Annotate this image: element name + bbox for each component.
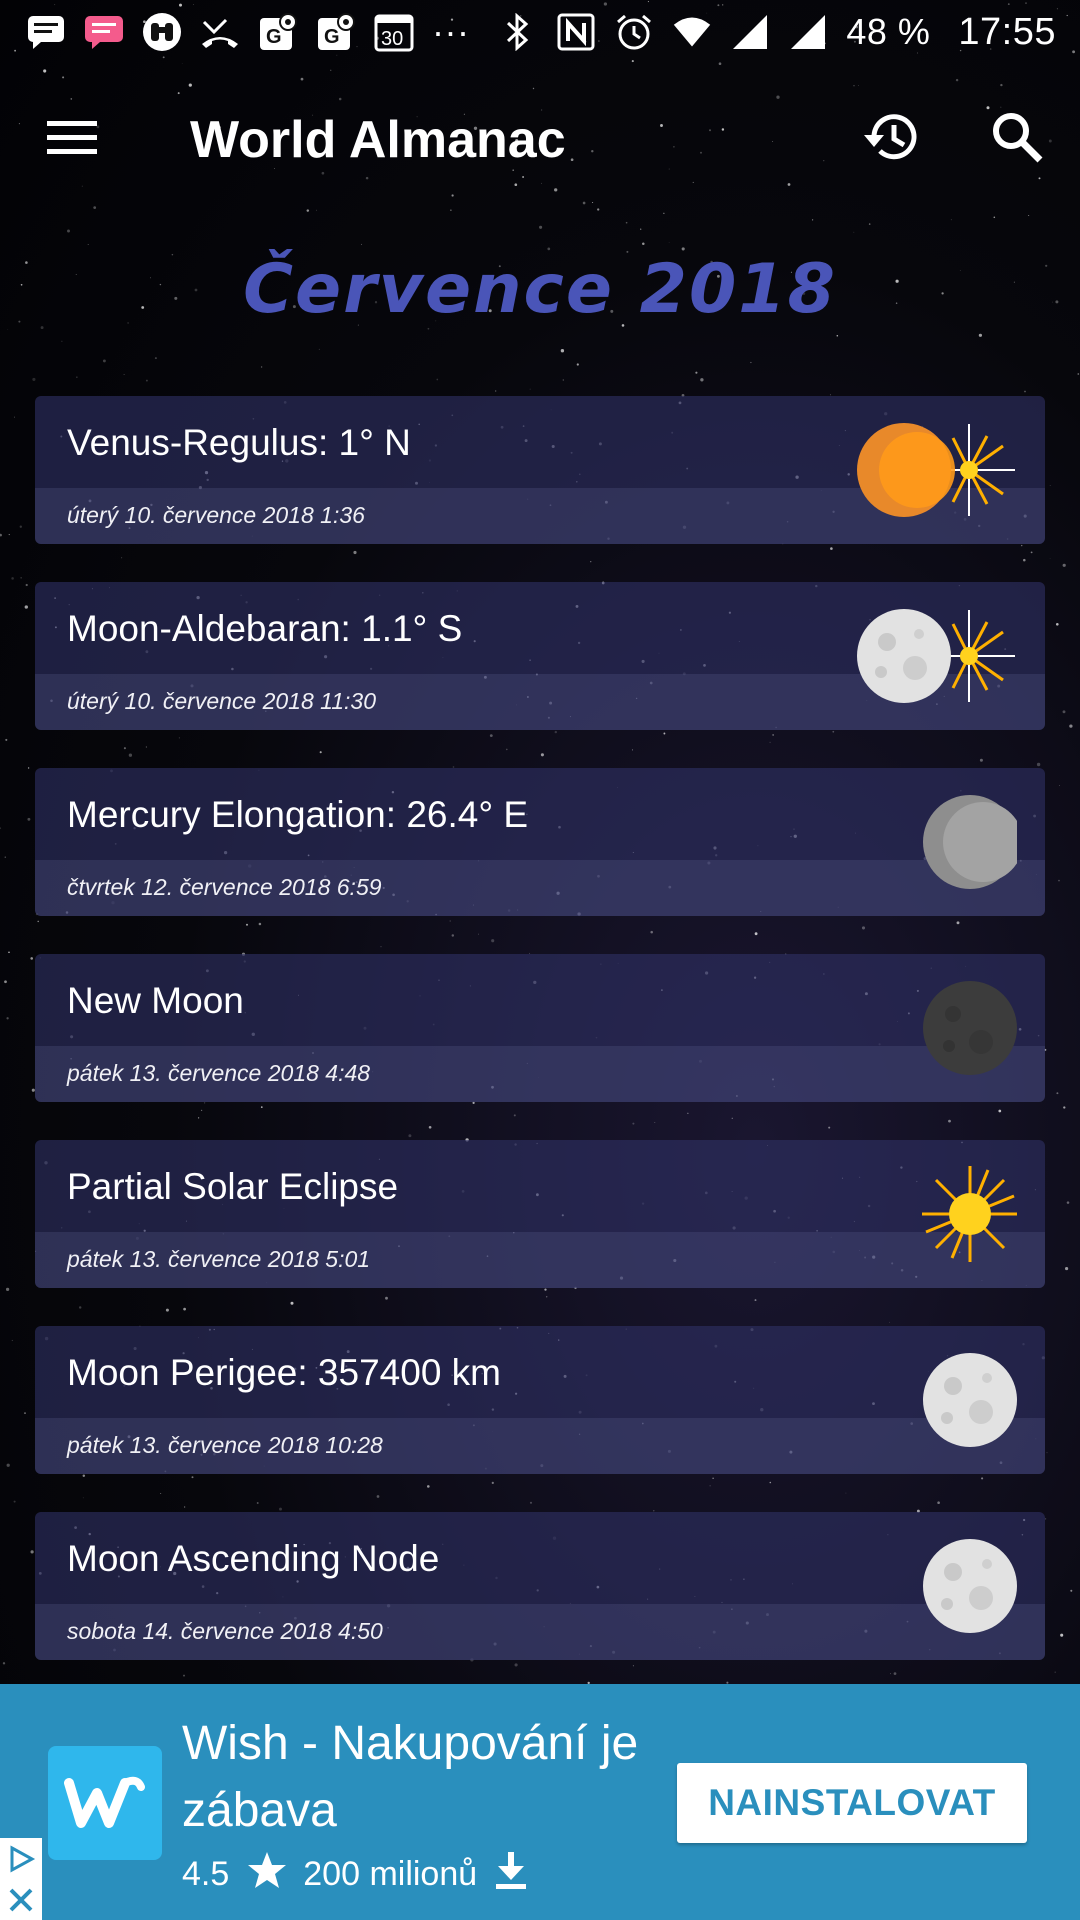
event-card[interactable]: Partial Solar Eclipse pátek 13. července… xyxy=(35,1140,1045,1288)
adchoices-icon[interactable] xyxy=(0,1838,42,1920)
sun-icon xyxy=(922,1166,1017,1262)
battery-percent: 48 % xyxy=(846,11,931,52)
ad-downloads: 200 milionů xyxy=(303,1855,478,1893)
download-icon xyxy=(493,1850,529,1899)
venus-star-icon xyxy=(857,423,1015,517)
status-bar: G G 30 ··· 48 % 17:55 xyxy=(0,0,1080,64)
event-card[interactable]: Moon Perigee: 357400 km pátek 13. červen… xyxy=(35,1326,1045,1474)
signal-icon xyxy=(730,12,770,52)
missed-call-icon xyxy=(200,12,240,52)
star-icon xyxy=(247,1851,287,1898)
ad-title[interactable]: Wish - Nakupování je zábava xyxy=(182,1710,642,1844)
bluetooth-icon xyxy=(498,12,538,52)
search-icon[interactable] xyxy=(984,104,1050,170)
calendar-icon: 30 xyxy=(374,12,414,52)
nfc-icon xyxy=(556,12,596,52)
event-card[interactable]: Mercury Elongation: 26.4° E čtvrtek 12. … xyxy=(35,768,1045,916)
event-title: Mercury Elongation: 26.4° E xyxy=(67,794,529,835)
svg-text:30: 30 xyxy=(381,28,403,50)
message-icon xyxy=(26,12,66,52)
event-title: Moon Perigee: 357400 km xyxy=(67,1352,501,1393)
month-title: Července 2018 xyxy=(243,250,837,329)
event-card[interactable]: Moon Ascending Node sobota 14. července … xyxy=(35,1512,1045,1660)
mercury-icon xyxy=(923,795,1017,889)
ad-rating: 4.5 xyxy=(182,1855,230,1893)
maps-icon: G xyxy=(258,12,298,52)
wish-logo-icon xyxy=(48,1746,162,1860)
alarm-icon xyxy=(614,12,654,52)
signal-alt-icon xyxy=(788,12,828,52)
wifi-icon xyxy=(672,12,712,52)
event-card[interactable]: New Moon pátek 13. července 2018 4:48 xyxy=(35,954,1045,1102)
full-moon-icon xyxy=(923,1539,1017,1633)
event-date: úterý 10. července 2018 11:30 xyxy=(67,688,377,714)
event-date: sobota 14. července 2018 4:50 xyxy=(67,1618,383,1644)
event-date: čtvrtek 12. července 2018 6:59 xyxy=(67,874,382,900)
event-title: Venus-Regulus: 1° N xyxy=(67,422,411,463)
binoculars-icon xyxy=(142,12,182,52)
app-bar: World Almanac xyxy=(0,72,1080,204)
svg-text:G: G xyxy=(266,26,282,48)
event-card[interactable]: Venus-Regulus: 1° N úterý 10. července 2… xyxy=(35,396,1045,544)
hamburger-menu-icon[interactable] xyxy=(42,108,102,168)
event-title: New Moon xyxy=(67,980,244,1021)
event-date: úterý 10. července 2018 1:36 xyxy=(67,502,365,528)
event-date: pátek 13. července 2018 4:48 xyxy=(67,1060,371,1086)
more-dots-icon: ··· xyxy=(432,11,470,52)
ad-banner[interactable]: Wish - Nakupování je zábava 4.5 200 mili… xyxy=(0,1684,1080,1920)
event-date: pátek 13. července 2018 5:01 xyxy=(67,1246,371,1272)
maps-alt-icon: G xyxy=(316,12,356,52)
clock: 17:55 xyxy=(958,10,1056,53)
message-alt-icon xyxy=(84,12,124,52)
app-title: World Almanac xyxy=(190,111,566,169)
new-moon-icon xyxy=(923,981,1017,1075)
history-icon[interactable] xyxy=(858,104,924,170)
event-title: Partial Solar Eclipse xyxy=(67,1166,399,1207)
svg-text:G: G xyxy=(324,26,340,48)
full-moon-icon xyxy=(923,1353,1017,1447)
event-card[interactable]: Moon-Aldebaran: 1.1° S úterý 10. červenc… xyxy=(35,582,1045,730)
event-list: Venus-Regulus: 1° N úterý 10. července 2… xyxy=(35,396,1045,1698)
moon-star-icon xyxy=(857,609,1015,703)
event-date: pátek 13. července 2018 10:28 xyxy=(67,1432,383,1458)
install-button[interactable]: NAINSTALOVAT xyxy=(677,1763,1027,1843)
event-title: Moon-Aldebaran: 1.1° S xyxy=(67,608,463,649)
ad-meta: 4.5 200 milionů xyxy=(182,1850,529,1899)
event-title: Moon Ascending Node xyxy=(67,1538,440,1579)
